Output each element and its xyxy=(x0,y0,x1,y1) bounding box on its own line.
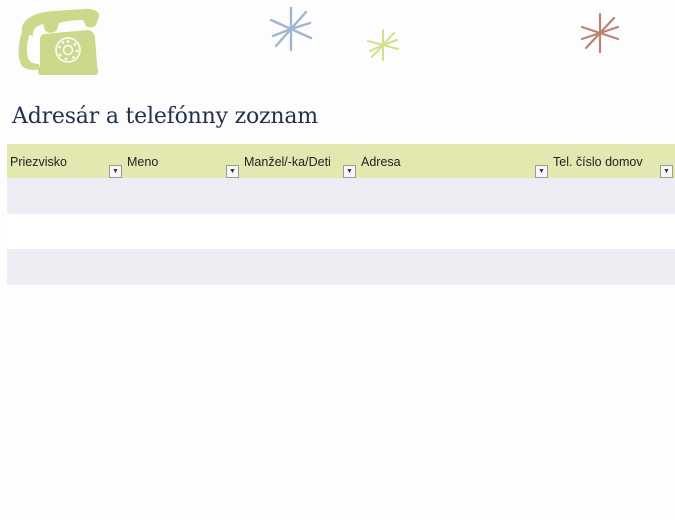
dropdown-arrow-icon[interactable]: ▼ xyxy=(343,165,356,178)
column-header-label: Priezvisko xyxy=(10,155,67,169)
column-header-label: Adresa xyxy=(361,155,401,169)
table-cell[interactable] xyxy=(358,213,550,249)
table-cell[interactable] xyxy=(358,249,550,285)
table-cell[interactable] xyxy=(241,213,358,249)
star-icon xyxy=(269,6,313,52)
table-cell[interactable] xyxy=(7,213,124,249)
contacts-table: Priezvisko ▼ Meno ▼ Manžel/-ka/Deti ▼ Ad… xyxy=(7,144,675,285)
column-header-priezvisko: Priezvisko ▼ xyxy=(7,144,124,178)
table-cell[interactable] xyxy=(550,213,675,249)
table-cell[interactable] xyxy=(7,178,124,214)
dropdown-arrow-icon[interactable]: ▼ xyxy=(535,165,548,178)
column-header-label: Meno xyxy=(127,155,159,169)
telephone-icon xyxy=(18,8,100,75)
column-header-label: Manžel/-ka/Deti xyxy=(244,155,331,169)
column-header-meno: Meno ▼ xyxy=(124,144,241,178)
column-header-manzel-deti: Manžel/-ka/Deti ▼ xyxy=(241,144,358,178)
table-cell[interactable] xyxy=(241,178,358,214)
table-cell[interactable] xyxy=(124,178,241,214)
star-icon xyxy=(580,12,620,54)
dropdown-arrow-icon[interactable]: ▼ xyxy=(109,165,122,178)
table-row xyxy=(7,178,675,214)
table-header-row: Priezvisko ▼ Meno ▼ Manžel/-ka/Deti ▼ Ad… xyxy=(7,144,675,178)
table-cell[interactable] xyxy=(550,249,675,285)
column-header-adresa: Adresa ▼ xyxy=(358,144,550,178)
table-cell[interactable] xyxy=(358,178,550,214)
page-title: Adresár a telefónny zoznam xyxy=(12,104,318,129)
table-cell[interactable] xyxy=(241,249,358,285)
column-header-tel-cislo-domov: Tel. číslo domov ▼ xyxy=(550,144,675,178)
table-cell[interactable] xyxy=(7,249,124,285)
table-cell[interactable] xyxy=(124,249,241,285)
column-header-label: Tel. číslo domov xyxy=(553,155,643,169)
table-cell[interactable] xyxy=(550,178,675,214)
dropdown-arrow-icon[interactable]: ▼ xyxy=(226,165,239,178)
table-row xyxy=(7,249,675,285)
table-row xyxy=(7,213,675,249)
dropdown-arrow-icon[interactable]: ▼ xyxy=(660,165,673,178)
star-icon xyxy=(367,29,399,61)
table-cell[interactable] xyxy=(124,213,241,249)
